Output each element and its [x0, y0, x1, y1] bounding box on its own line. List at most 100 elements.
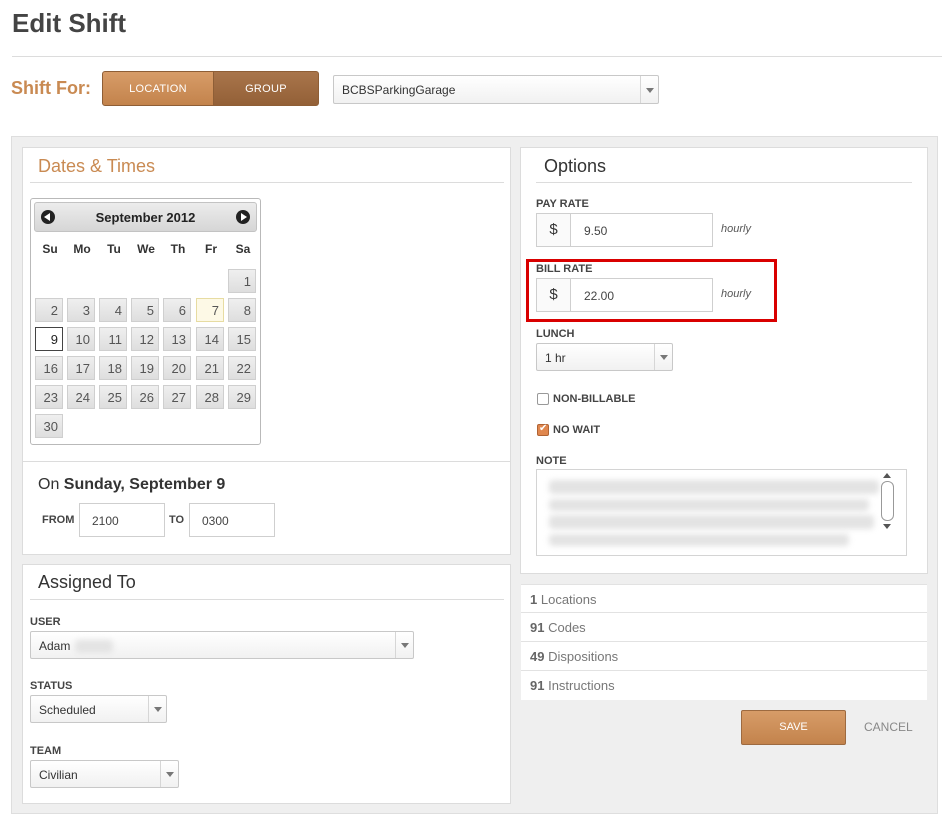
stat-label: Instructions [548, 678, 615, 693]
cancel-button[interactable]: CANCEL [864, 720, 913, 734]
calendar-day[interactable]: 22 [228, 356, 256, 380]
group-toggle-button[interactable]: GROUP [213, 71, 319, 106]
calendar-day[interactable]: 30 [35, 414, 63, 438]
weekday-header: Tu [107, 242, 121, 256]
no-wait-label: NO WAIT [553, 424, 601, 436]
chevron-down-icon [148, 696, 166, 722]
to-time-value: 0300 [202, 514, 229, 528]
user-label: USER [30, 616, 61, 628]
calendar-day[interactable]: 29 [228, 385, 256, 409]
calendar-day[interactable]: 2 [35, 298, 63, 322]
redacted-note-line [549, 480, 879, 494]
calendar-day[interactable]: 23 [35, 385, 63, 409]
from-time-input[interactable]: 2100 [79, 503, 165, 537]
calendar-day[interactable]: 5 [131, 298, 159, 322]
calendar-day[interactable]: 9 [35, 327, 63, 351]
calendar-day[interactable]: 1 [228, 269, 256, 293]
non-billable-label: NON-BILLABLE [553, 393, 636, 405]
weekday-header: Fr [205, 242, 217, 256]
status-label: STATUS [30, 680, 73, 692]
stat-label: Locations [540, 592, 597, 607]
calendar-day[interactable]: 12 [131, 327, 159, 351]
stat-row-dispositions[interactable]: 49 Dispositions [521, 642, 927, 671]
calendar-day[interactable]: 18 [99, 356, 127, 380]
user-select[interactable]: Adam [30, 631, 414, 659]
calendar-day[interactable]: 14 [196, 327, 224, 351]
redacted-note-line [549, 534, 849, 546]
no-wait-checkbox[interactable] [537, 423, 549, 436]
calendar-day[interactable]: 25 [99, 385, 127, 409]
pay-rate-unit: hourly [721, 223, 751, 235]
calendar-day[interactable]: 21 [196, 356, 224, 380]
from-label: FROM [42, 514, 75, 526]
team-label: TEAM [30, 745, 62, 757]
stat-count: 49 [530, 649, 545, 664]
note-scrollbar-thumb[interactable] [881, 481, 894, 521]
calendar-day[interactable]: 26 [131, 385, 159, 409]
calendar-day[interactable]: 15 [228, 327, 256, 351]
weekday-header: Mo [73, 242, 91, 256]
stat-row-locations[interactable]: 1 Locations [521, 584, 927, 613]
weekday-header: Th [170, 242, 186, 256]
calendar-day[interactable]: 19 [131, 356, 159, 380]
from-time-value: 2100 [92, 514, 119, 528]
team-select[interactable]: Civilian [30, 760, 179, 788]
to-time-input[interactable]: 0300 [189, 503, 275, 537]
calendar-day[interactable]: 3 [67, 298, 95, 322]
scroll-up-icon[interactable] [883, 473, 891, 478]
shift-for-label: Shift For: [11, 78, 91, 98]
bill-rate-highlight-box [526, 259, 777, 322]
note-textarea[interactable] [536, 469, 907, 556]
shift-for-select-value: BCBSParkingGarage [342, 83, 456, 97]
chevron-down-icon [640, 76, 658, 103]
status-select[interactable]: Scheduled [30, 695, 167, 723]
page-title: Edit Shift [12, 8, 127, 38]
calendar-day[interactable]: 17 [67, 356, 95, 380]
selected-date-value: Sunday, September 9 [63, 476, 226, 493]
pay-rate-input[interactable]: $ 9.50 [536, 213, 713, 247]
options-heading: Options [544, 156, 607, 176]
stat-row-instructions[interactable]: 91 Instructions [521, 671, 927, 700]
selected-date-line: On Sunday, September 9 [38, 476, 225, 494]
status-select-value: Scheduled [39, 703, 96, 717]
lunch-select[interactable]: 1 hr [536, 343, 673, 371]
shift-for-select[interactable]: BCBSParkingGarage [333, 75, 659, 104]
stat-count: 91 [530, 678, 545, 693]
save-button[interactable]: SAVE [741, 710, 846, 745]
calendar-day[interactable]: 7 [196, 298, 224, 322]
redacted-surname [75, 640, 113, 653]
location-toggle-button[interactable]: LOCATION [102, 71, 214, 106]
team-select-value: Civilian [39, 768, 78, 782]
pay-rate-value: 9.50 [584, 224, 608, 238]
dates-times-divider [30, 182, 504, 183]
dates-times-heading: Dates & Times [38, 156, 156, 176]
calendar-day[interactable]: 13 [163, 327, 191, 351]
calendar-month-label: September 2012 [95, 210, 196, 225]
calendar-day[interactable]: 8 [228, 298, 256, 322]
non-billable-checkbox[interactable] [537, 393, 549, 405]
calendar-day[interactable]: 16 [35, 356, 63, 380]
calendar-day[interactable]: 4 [99, 298, 127, 322]
pay-rate-label: PAY RATE [536, 198, 589, 210]
calendar-day[interactable]: 24 [67, 385, 95, 409]
next-month-icon[interactable] [236, 210, 250, 224]
stat-label: Dispositions [548, 649, 619, 664]
calendar-day[interactable]: 27 [163, 385, 191, 409]
calendar-day[interactable]: 6 [163, 298, 191, 322]
user-select-value: Adam [39, 639, 71, 653]
calendar-day[interactable]: 10 [67, 327, 95, 351]
scroll-down-icon[interactable] [883, 524, 891, 529]
calendar-day[interactable]: 11 [99, 327, 127, 351]
stat-count: 1 [530, 592, 538, 607]
weekday-header: We [137, 242, 155, 256]
calendar-day[interactable]: 20 [163, 356, 191, 380]
redacted-note-line [549, 515, 874, 529]
stat-row-codes[interactable]: 91 Codes [521, 613, 927, 642]
weekday-header: Su [42, 242, 58, 256]
lunch-label: LUNCH [536, 328, 575, 340]
weekday-header: Sa [235, 242, 251, 256]
note-label: NOTE [536, 455, 567, 467]
calendar-day[interactable]: 28 [196, 385, 224, 409]
stat-label: Codes [548, 620, 586, 635]
chevron-down-icon [160, 761, 178, 787]
